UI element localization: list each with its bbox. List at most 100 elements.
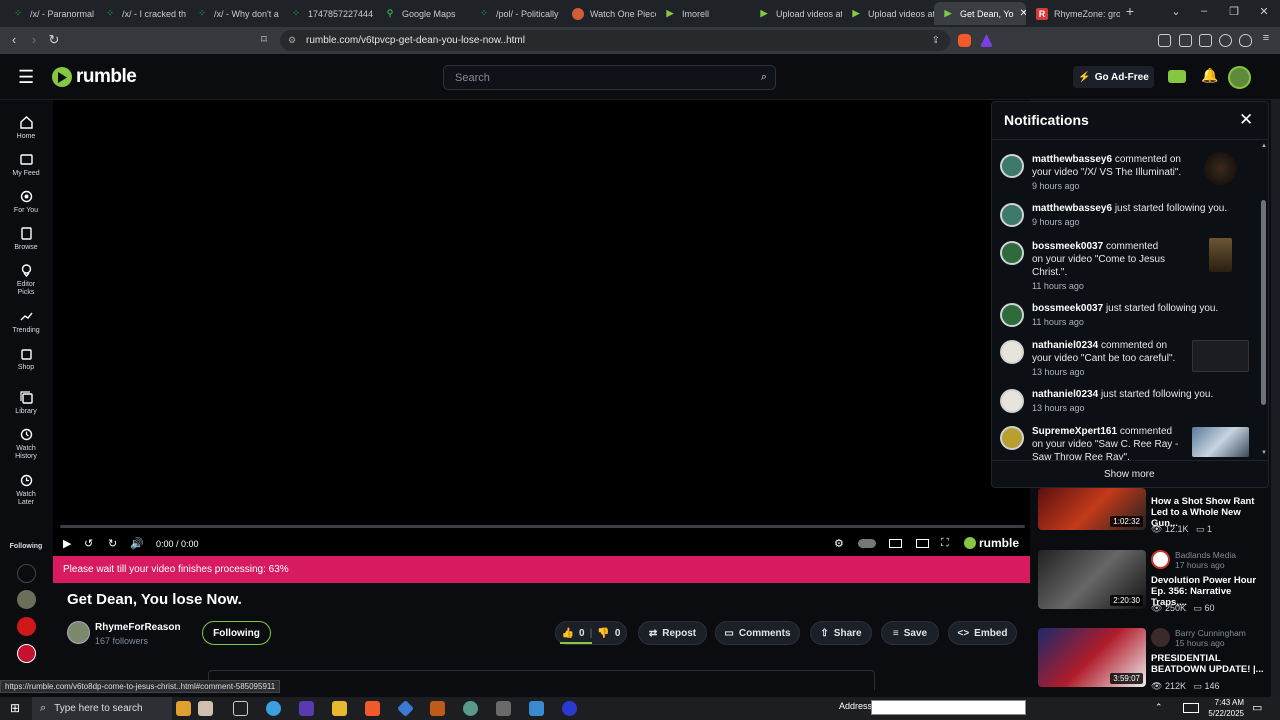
channel-avatar[interactable] xyxy=(1151,628,1170,647)
thumbs-down-icon[interactable]: 👎 xyxy=(597,628,609,639)
miniplayer-icon[interactable] xyxy=(889,539,902,548)
channel-name[interactable]: RhymeForReason xyxy=(95,622,181,633)
notifications-scrollbar[interactable] xyxy=(1261,200,1266,405)
browser-tab[interactable]: ⁘/pol/ - Politically xyxy=(470,2,562,25)
comments-button[interactable]: ▭ Comments xyxy=(715,621,800,645)
go-ad-free-button[interactable]: ⚡ Go Ad-Free xyxy=(1073,66,1154,88)
reload-icon[interactable]: ↻ xyxy=(45,32,63,48)
related-video-thumbnail[interactable]: 3:59:07 xyxy=(1038,628,1146,687)
related-video-thumbnail[interactable]: 1:02:32 xyxy=(1038,488,1146,530)
browser-tab[interactable]: ⁘ 1747857227444 xyxy=(282,2,374,25)
following-channel-avatar[interactable] xyxy=(17,617,36,636)
repost-button[interactable]: ⇄ Repost xyxy=(638,621,707,645)
address-toolbar-input[interactable] xyxy=(871,700,1026,715)
video-thumbnail[interactable] xyxy=(1192,427,1249,457)
brave-shield-icon[interactable] xyxy=(958,34,971,47)
new-tab-icon[interactable]: + xyxy=(1120,3,1140,19)
minimize-icon[interactable]: – xyxy=(1194,5,1214,17)
taskbar-app-icon[interactable] xyxy=(496,701,511,716)
taskbar-clock[interactable]: 7:43 AM 5/22/2025 xyxy=(1204,697,1244,719)
taskbar-app-icon[interactable] xyxy=(562,701,577,716)
taskbar-app-icon[interactable] xyxy=(430,701,445,716)
video-player[interactable] xyxy=(53,100,1030,556)
user-avatar[interactable] xyxy=(1000,426,1024,450)
browser-tab[interactable]: ⚲ Google Maps xyxy=(376,2,468,25)
user-avatar[interactable] xyxy=(1000,303,1024,327)
task-view-icon[interactable] xyxy=(233,701,248,716)
user-avatar[interactable] xyxy=(1000,154,1024,178)
user-avatar[interactable] xyxy=(1228,66,1251,89)
leo-icon[interactable] xyxy=(1219,34,1232,47)
sidebar-item-library[interactable]: Library xyxy=(0,391,52,416)
back-icon[interactable]: ‹ xyxy=(5,32,23,47)
theater-mode-icon[interactable] xyxy=(916,539,929,548)
sidebar-item-watch-later[interactable]: Watch Later xyxy=(0,474,52,507)
following-channel-avatar[interactable] xyxy=(17,564,36,583)
related-video-thumbnail[interactable]: 2:20:30 xyxy=(1038,550,1146,609)
user-avatar[interactable] xyxy=(1000,241,1024,265)
sidebar-item-shop[interactable]: Shop xyxy=(0,347,52,372)
save-button[interactable]: ≡ Save xyxy=(881,621,939,645)
related-channel-name[interactable]: Badlands Media xyxy=(1175,550,1236,560)
comment-box[interactable] xyxy=(208,670,875,690)
brave-browser-icon[interactable] xyxy=(365,701,380,716)
rewind-icon[interactable]: ↺ xyxy=(84,537,93,550)
forward-icon[interactable]: › xyxy=(25,32,43,47)
video-thumbnail[interactable] xyxy=(1209,238,1232,272)
share-page-icon[interactable]: ⇪ xyxy=(932,35,940,46)
sidebar-item-editor-picks[interactable]: Editor Picks xyxy=(0,264,52,297)
close-tab-icon[interactable]: ✕ xyxy=(1020,8,1026,19)
keyboard-icon[interactable] xyxy=(1183,703,1199,713)
file-explorer-icon[interactable] xyxy=(332,701,347,716)
sidebar-toggle-icon[interactable] xyxy=(1179,34,1192,47)
vpn-icon[interactable] xyxy=(1239,34,1252,47)
sidebar-item-trending[interactable]: Trending xyxy=(0,310,52,335)
taskbar-app-icon[interactable] xyxy=(529,701,544,716)
related-channel-name[interactable]: Barry Cunningham xyxy=(1175,628,1246,638)
show-more-button[interactable]: Show more xyxy=(1104,469,1155,480)
browser-tab-active[interactable]: ▶ Get Dean, Yo ✕ xyxy=(934,2,1026,25)
extensions-icon[interactable] xyxy=(1158,34,1171,47)
search-icon[interactable]: ⌕ xyxy=(761,71,767,84)
sidebar-item-my-feed[interactable]: My Feed xyxy=(0,153,52,178)
notifications-bell-icon[interactable]: 🔔 xyxy=(1201,67,1218,84)
windows-start-icon[interactable]: ⊞ xyxy=(10,701,20,715)
volume-icon[interactable]: 🔊 xyxy=(130,537,144,550)
video-thumbnail[interactable] xyxy=(1204,152,1237,185)
following-channel-avatar[interactable] xyxy=(17,644,36,663)
sidebar-item-for-you[interactable]: For You xyxy=(0,190,52,215)
user-avatar[interactable] xyxy=(1000,203,1024,227)
wallet-icon[interactable] xyxy=(1199,34,1212,47)
browser-tab[interactable]: ⁘/x/ - Paranormal xyxy=(4,2,96,25)
taskbar-app-icon[interactable] xyxy=(176,701,191,716)
search-input[interactable]: Search ⌕ xyxy=(443,65,776,90)
copilot-icon[interactable] xyxy=(266,701,281,716)
embed-button[interactable]: <> Embed xyxy=(948,621,1017,645)
notification-center-icon[interactable]: ▭ xyxy=(1252,701,1262,714)
close-icon[interactable]: ✕ xyxy=(1239,110,1253,130)
tab-list-icon[interactable]: ⌄ xyxy=(1166,5,1186,18)
page-scrollbar[interactable] xyxy=(1271,100,1280,697)
related-video-title[interactable]: PRESIDENTIAL BEATDOWN UPDATE! |... xyxy=(1151,653,1266,675)
tray-up-arrow-icon[interactable]: ⌃ xyxy=(1155,702,1163,713)
browser-tab[interactable]: Watch One Piece xyxy=(564,2,656,25)
maximize-icon[interactable]: ❐ xyxy=(1224,5,1244,18)
browser-tab[interactable]: ▶ Imorell xyxy=(656,2,748,25)
browser-tab[interactable]: R RhymeZone: gro xyxy=(1028,2,1120,25)
hamburger-menu-icon[interactable]: ☰ xyxy=(18,68,34,86)
taskbar-app-icon[interactable] xyxy=(299,701,314,716)
close-window-icon[interactable]: ✕ xyxy=(1254,5,1274,18)
fullscreen-icon[interactable]: ⛶ xyxy=(941,537,949,550)
rewards-icon[interactable] xyxy=(980,34,993,47)
video-progress-bar[interactable] xyxy=(60,525,1025,528)
upload-video-icon[interactable] xyxy=(1168,70,1186,83)
video-thumbnail[interactable] xyxy=(1192,340,1249,372)
share-button[interactable]: ⇧ Share xyxy=(810,621,872,645)
channel-avatar[interactable] xyxy=(67,621,90,644)
sidebar-item-home[interactable]: Home xyxy=(0,116,52,141)
menu-icon[interactable]: ≡ xyxy=(1257,32,1275,44)
sidebar-item-watch-history[interactable]: Watch History xyxy=(0,428,52,461)
taskbar-app-icon[interactable] xyxy=(463,701,478,716)
channel-avatar[interactable] xyxy=(1151,550,1170,569)
browser-tab[interactable]: ⁘/x/ - I cracked th xyxy=(96,2,188,25)
